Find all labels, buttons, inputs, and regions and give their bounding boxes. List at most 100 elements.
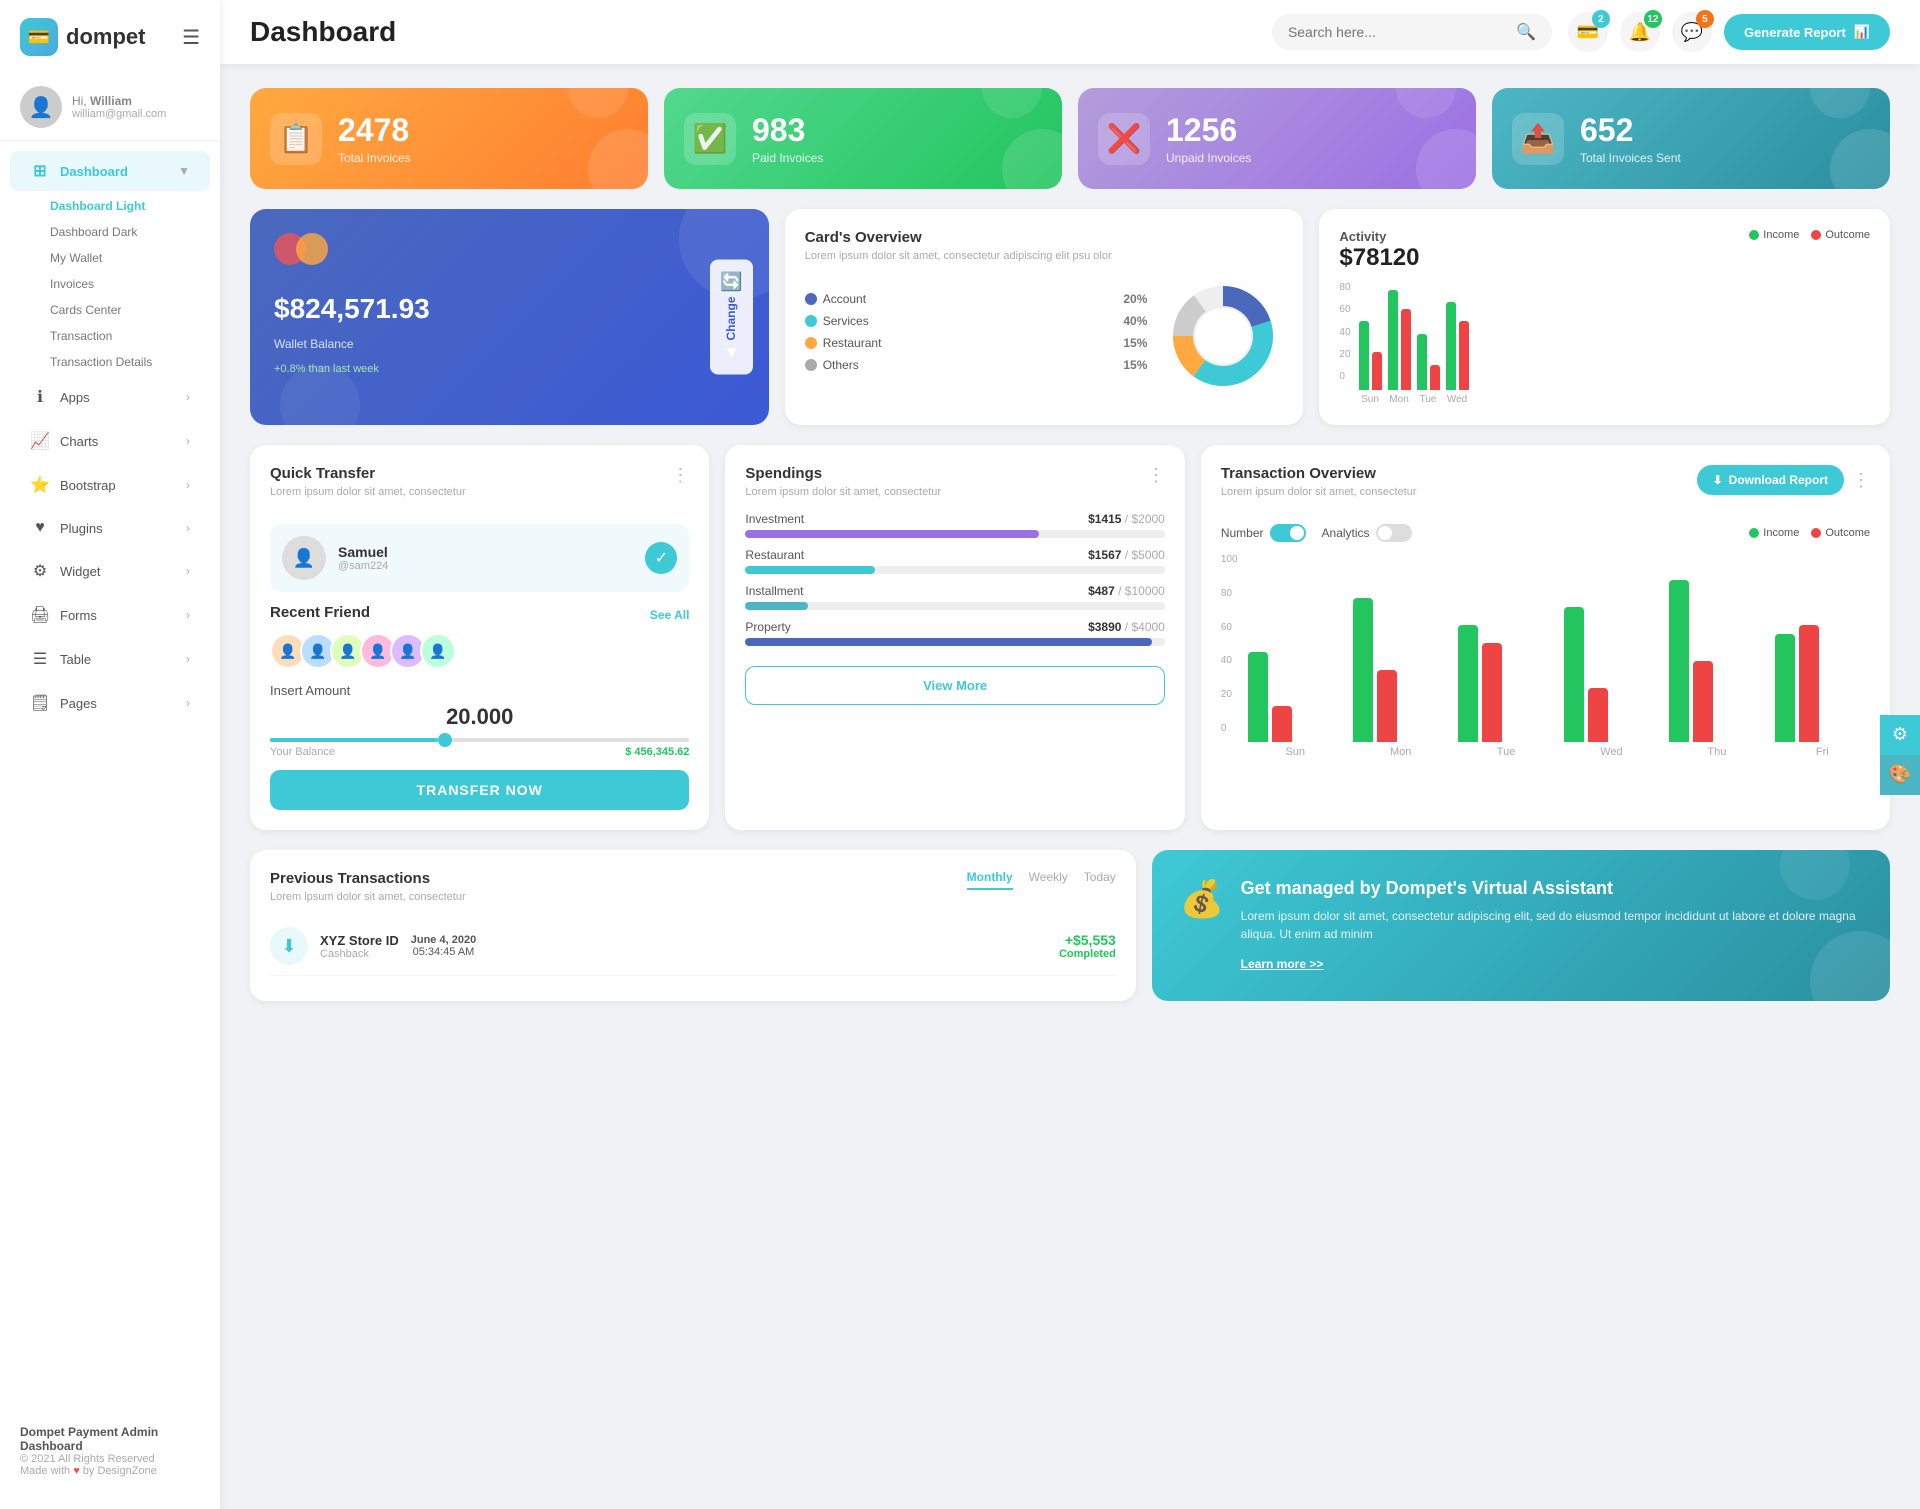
- logo-text: dompet: [66, 24, 145, 50]
- bar-group-tue: [1417, 334, 1440, 390]
- messages-icon-btn[interactable]: 💬 5: [1672, 12, 1712, 52]
- header-actions: 💳 2 🔔 12 💬 5 Generate Report 📊: [1568, 12, 1890, 52]
- tx-overview-title: Transaction Overview: [1221, 465, 1417, 482]
- activity-legend: Income Outcome: [1749, 229, 1870, 241]
- dots-menu-transfer[interactable]: ⋮: [671, 465, 689, 486]
- analytics-toggle[interactable]: [1376, 524, 1412, 542]
- friend-avatar-6: 👤: [420, 633, 456, 669]
- dots-menu-tx[interactable]: ⋮: [1852, 470, 1870, 491]
- chevron-right-icon-table: ›: [186, 652, 190, 666]
- big-bar-fri: [1775, 625, 1870, 742]
- sidebar-item-widget[interactable]: ⚙ Widget ›: [10, 551, 210, 591]
- sidebar-item-charts[interactable]: 📈 Charts ›: [10, 421, 210, 461]
- sub-transaction[interactable]: Transaction: [40, 323, 220, 349]
- spendings-sub: Lorem ipsum dolor sit amet, consectetur: [745, 486, 941, 498]
- tx-overview-sub: Lorem ipsum dolor sit amet, consectetur: [1221, 486, 1417, 498]
- sidebar-item-label-charts: Charts: [60, 434, 98, 449]
- sidebar-item-label-plugins: Plugins: [60, 521, 103, 536]
- amount-slider[interactable]: [270, 738, 689, 742]
- sidebar-item-table[interactable]: ☰ Table ›: [10, 639, 210, 679]
- legend-dot-services: [805, 315, 817, 327]
- page-title: Dashboard: [250, 16, 1256, 48]
- cards-overview: Card's Overview Lorem ipsum dolor sit am…: [785, 209, 1304, 425]
- wallet-balance-label: Wallet Balance: [274, 337, 745, 351]
- unpaid-invoices-info: 1256 Unpaid Invoices: [1166, 112, 1251, 165]
- tab-monthly[interactable]: Monthly: [967, 870, 1013, 890]
- view-more-button[interactable]: View More: [745, 666, 1164, 705]
- sidebar-item-bootstrap[interactable]: ⭐ Bootstrap ›: [10, 465, 210, 505]
- va-learn-more-link[interactable]: Learn more >>: [1241, 957, 1324, 971]
- number-toggle[interactable]: [1270, 524, 1306, 542]
- download-report-button[interactable]: ⬇ Download Report: [1697, 465, 1844, 495]
- settings-button[interactable]: ⚙: [1880, 715, 1920, 755]
- spendings-header: Spendings Lorem ipsum dolor sit amet, co…: [745, 465, 1164, 512]
- color-picker-button[interactable]: 🎨: [1880, 755, 1920, 795]
- spending-max-installment: $10000: [1125, 584, 1165, 598]
- stat-card-sent: 📤 652 Total Invoices Sent: [1492, 88, 1890, 189]
- search-input[interactable]: [1288, 24, 1508, 40]
- activity-chart: 80 60 40 20 0: [1339, 282, 1870, 405]
- notifications-icon-btn[interactable]: 🔔 12: [1620, 12, 1660, 52]
- tx-outcome-legend: Outcome: [1811, 527, 1870, 539]
- spending-max-investment-val: $2000: [1131, 512, 1164, 526]
- income-label: Income: [1763, 229, 1799, 241]
- spending-amount-property: $3890: [1088, 620, 1121, 634]
- tab-weekly[interactable]: Weekly: [1029, 870, 1068, 890]
- legend-pct-others: 15%: [1123, 358, 1147, 372]
- sidebar-item-dashboard[interactable]: ⊞ Dashboard ▼: [10, 151, 210, 191]
- paid-invoices-info: 983 Paid Invoices: [752, 112, 823, 165]
- sidebar-item-forms[interactable]: 🖨 Forms ›: [10, 595, 210, 635]
- big-bar-outcome-wed: [1588, 688, 1608, 742]
- chevron-right-icon-charts: ›: [186, 434, 190, 448]
- sub-cards-center[interactable]: Cards Center: [40, 297, 220, 323]
- big-bar-income-tue: [1458, 625, 1478, 742]
- user-email: william@gmail.com: [72, 108, 166, 120]
- bar-income-mon: [1388, 290, 1398, 390]
- sidebar-item-plugins[interactable]: ♥ Plugins ›: [10, 509, 210, 547]
- progress-fill-property: [745, 638, 1152, 646]
- big-bar-income-sun: [1248, 652, 1268, 742]
- stat-card-total: 📋 2478 Total Invoices: [250, 88, 648, 189]
- activity-title: Activity: [1339, 229, 1419, 244]
- hamburger-icon[interactable]: ☰: [182, 25, 200, 50]
- see-all-button[interactable]: See All: [650, 608, 690, 622]
- bar-group-mon: [1388, 290, 1411, 390]
- unpaid-invoices-num: 1256: [1166, 112, 1251, 149]
- sub-dashboard-dark[interactable]: Dashboard Dark: [40, 219, 220, 245]
- tx-amount: +$5,553: [1059, 932, 1116, 948]
- sub-invoices[interactable]: Invoices: [40, 271, 220, 297]
- sub-transaction-details[interactable]: Transaction Details: [40, 349, 220, 375]
- tab-today[interactable]: Today: [1084, 870, 1116, 890]
- table-icon: ☰: [30, 649, 50, 669]
- spendings-card: Spendings Lorem ipsum dolor sit amet, co…: [725, 445, 1184, 830]
- sent-invoices-label: Total Invoices Sent: [1580, 151, 1681, 165]
- bar-chart-area: [1359, 290, 1870, 390]
- income-legend: Income: [1749, 229, 1799, 241]
- transfer-now-button[interactable]: TRANSFER NOW: [270, 770, 689, 810]
- unpaid-invoices-icon: ❌: [1098, 113, 1150, 165]
- mid-row: $824,571.93 Wallet Balance +0.8% than la…: [250, 209, 1890, 425]
- main-content: Dashboard 🔍 💳 2 🔔 12 💬 5 Generate Report…: [220, 0, 1920, 1509]
- legend-label-services: Services: [823, 314, 869, 328]
- tx-date: June 4, 2020 05:34:45 AM: [411, 934, 476, 958]
- overview-row-others: Others 15%: [805, 358, 1148, 372]
- wallet-icon-btn[interactable]: 💳 2: [1568, 12, 1608, 52]
- sub-my-wallet[interactable]: My Wallet: [40, 245, 220, 271]
- spendings-title: Spendings: [745, 465, 941, 482]
- sidebar-item-pages[interactable]: 🗒 Pages ›: [10, 683, 210, 723]
- bar-label-tue: Tue: [1417, 394, 1440, 405]
- check-icon: ✓: [645, 542, 677, 574]
- sidebar-item-label-apps: Apps: [60, 390, 90, 405]
- tx-type: Cashback: [320, 948, 399, 960]
- sidebar-item-apps[interactable]: ℹ Apps ›: [10, 377, 210, 417]
- activity-card: Activity $78120 Income Outcome: [1319, 209, 1890, 425]
- big-bar-outcome-tue: [1482, 643, 1502, 742]
- outcome-label: Outcome: [1825, 229, 1870, 241]
- big-bar-label-fri: Fri: [1775, 746, 1870, 758]
- slider-fill: [270, 738, 438, 742]
- generate-report-button[interactable]: Generate Report 📊: [1724, 14, 1890, 50]
- sub-dashboard-light[interactable]: Dashboard Light: [40, 193, 220, 219]
- tx-icon-cashback: ⬇: [270, 927, 308, 965]
- dots-menu-spendings[interactable]: ⋮: [1147, 465, 1165, 486]
- prev-tx-tabs: Monthly Weekly Today: [967, 870, 1116, 890]
